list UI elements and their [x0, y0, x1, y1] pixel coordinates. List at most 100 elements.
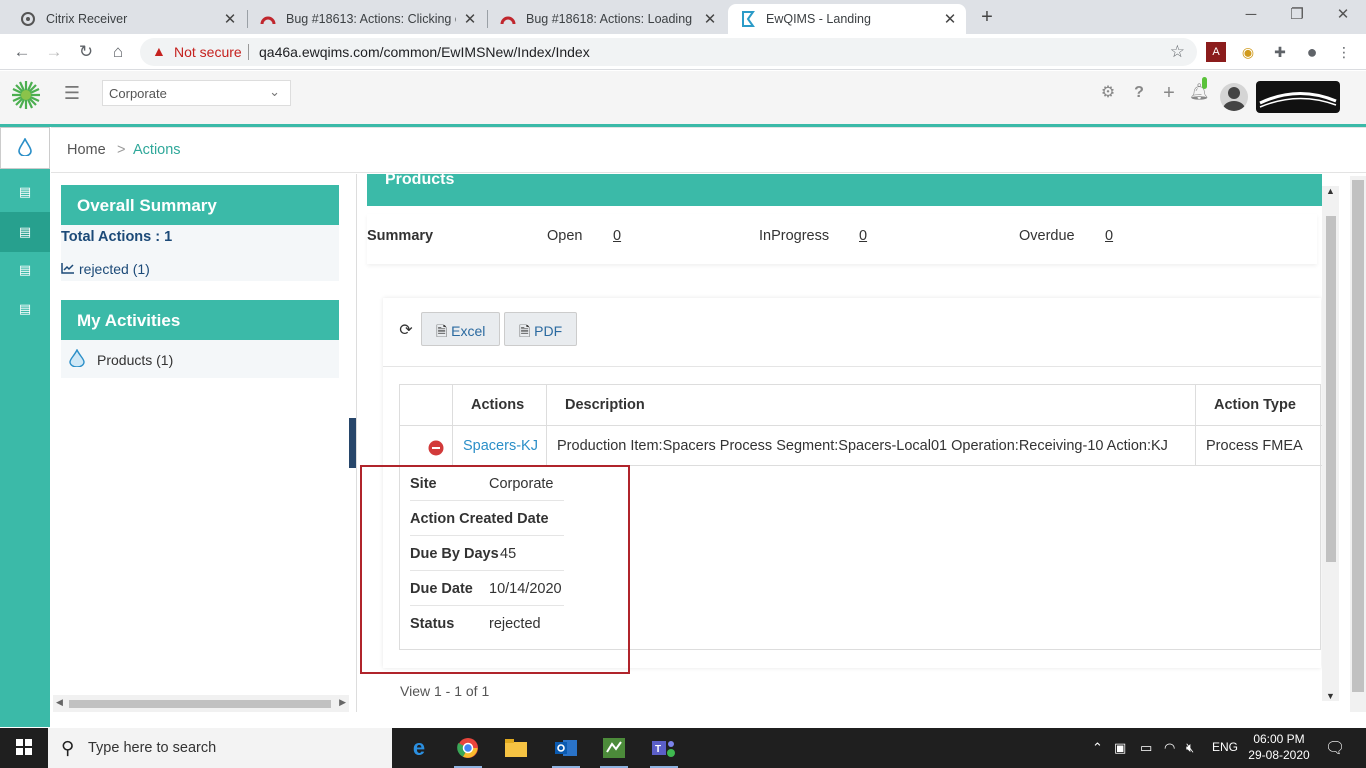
profile-icon[interactable]: ●	[1302, 42, 1322, 62]
rail-item-building-2[interactable]: ▤	[0, 212, 50, 252]
rail-item-building-4[interactable]: ▤	[0, 290, 50, 328]
browser-tab-ewqims-landing[interactable]: EwQIMS - Landing ✕	[728, 4, 966, 34]
close-icon[interactable]: ✕	[942, 10, 958, 28]
overall-summary-header: Overall Summary	[61, 185, 339, 225]
grid-header-action-type[interactable]: Action Type	[1196, 385, 1322, 425]
overdue-count-link[interactable]: 0	[1105, 228, 1113, 244]
detail-status-row: Status rejected	[410, 616, 541, 632]
panel-splitter[interactable]	[349, 174, 356, 712]
browser-tab-strip: Citrix Receiver ✕ Bug #18613: Actions: C…	[0, 0, 1366, 34]
address-bar[interactable]: ▲ Not secure qa46a.ewqims.com/common/EwI…	[140, 38, 1197, 66]
grid-vertical-scrollbar[interactable]: ▲ ▼	[1322, 186, 1339, 701]
app-logo[interactable]	[10, 79, 42, 111]
tray-app-icon[interactable]: ▣	[1114, 740, 1126, 756]
detail-due-days-row: Due By Days 45	[410, 536, 564, 571]
hamburger-menu-icon[interactable]: ☰	[62, 83, 82, 103]
taskbar-clock[interactable]: 06:00 PM 29-08-2020	[1246, 731, 1312, 763]
chevron-down-icon: ⌄	[269, 84, 280, 99]
collapse-row-button[interactable]	[400, 426, 453, 466]
breadcrumb-separator: >	[117, 142, 126, 158]
grid-pager-info: View 1 - 1 of 1	[400, 683, 490, 699]
refresh-icon[interactable]: ⟳	[397, 320, 415, 339]
grid-header-expand	[400, 385, 453, 425]
rail-item-building-3[interactable]: ▤	[0, 251, 50, 289]
notifications-icon[interactable]: 🗨︎	[1325, 738, 1345, 758]
grid-header-description[interactable]: Description	[547, 385, 1196, 425]
drops-icon	[16, 136, 34, 159]
file-explorer-icon[interactable]	[500, 732, 532, 764]
reload-icon[interactable]: ↻	[74, 41, 98, 63]
rail-item-building-1[interactable]: ▤	[0, 173, 50, 211]
open-count-link[interactable]: 0	[613, 228, 621, 244]
back-arrow-icon[interactable]: ←	[10, 41, 34, 63]
warning-icon: ▲	[152, 43, 166, 59]
bookmark-star-icon[interactable]: ☆	[1170, 42, 1185, 62]
gear-icon[interactable]: ⚙	[1098, 83, 1118, 103]
chrome-icon[interactable]	[452, 732, 484, 768]
forward-arrow-icon[interactable]: →	[42, 41, 66, 63]
tray-overflow-chevron-icon[interactable]: ⌃	[1092, 740, 1103, 756]
action-link-spacers-kj[interactable]: Spacers-KJ	[453, 426, 547, 466]
splitter-handle[interactable]	[349, 418, 356, 468]
rail-item-actions[interactable]	[0, 127, 50, 169]
outlook-icon[interactable]	[550, 732, 582, 768]
minimize-button[interactable]: ─	[1228, 4, 1274, 28]
scrollbar-thumb[interactable]	[1352, 180, 1364, 692]
export-pdf-button[interactable]: 🗎︎ PDF	[504, 312, 578, 346]
pdf-file-icon: 🗎︎	[519, 323, 531, 339]
scroll-right-arrow[interactable]: ▶	[339, 697, 346, 708]
page-vertical-scrollbar[interactable]	[1350, 176, 1366, 712]
volume-muted-icon[interactable]: 🔇︎	[1186, 740, 1194, 756]
battery-icon[interactable]: ▭	[1140, 740, 1152, 756]
help-icon[interactable]: ?	[1129, 83, 1149, 103]
browser-tab-citrix[interactable]: Citrix Receiver ✕	[8, 4, 246, 34]
scroll-down-arrow[interactable]: ▼	[1326, 691, 1335, 701]
kebab-menu-icon[interactable]: ⋮	[1334, 42, 1354, 62]
browser-tab-bug-18613[interactable]: Bug #18613: Actions: Clicking on ✕	[248, 4, 486, 34]
windows-taskbar: ⚲ Type here to search e T ⌃ ▣ ▭ ◠ 🔇︎ ENG…	[0, 728, 1366, 768]
taskbar-search-box[interactable]: ⚲ Type here to search	[48, 728, 392, 768]
action-type: Process FMEA	[1206, 438, 1303, 454]
grid-header-actions[interactable]: Actions	[453, 385, 547, 425]
citrix-icon	[20, 11, 36, 27]
horizontal-scrollbar[interactable]: ◀ ▶	[53, 695, 349, 712]
wifi-icon[interactable]: ◠	[1164, 740, 1175, 756]
site-selector[interactable]: Corporate ⌄	[102, 80, 291, 106]
internet-explorer-icon[interactable]: e	[403, 732, 435, 764]
export-excel-button[interactable]: 🗎︎ Excel	[421, 312, 501, 346]
rejected-link[interactable]: rejected (1)	[61, 261, 150, 277]
summary-row: Summary Open 0 InProgress 0 Overdue 0	[367, 214, 1317, 264]
breadcrumb-home[interactable]: Home	[67, 142, 106, 158]
breadcrumb-current: Actions	[133, 142, 181, 158]
scrollbar-thumb[interactable]	[1326, 216, 1336, 562]
puzzle-extensions-icon[interactable]: ✚	[1270, 42, 1290, 62]
close-window-button[interactable]: ✕	[1320, 4, 1366, 28]
browser-tab-bug-18618[interactable]: Bug #18618: Actions: Loading Sy ✕	[488, 4, 726, 34]
pdf-extension-icon[interactable]: A	[1206, 42, 1226, 62]
action-detail-expanded: Site Corporate Action Created Date Due B…	[400, 466, 580, 651]
new-tab-button[interactable]: +	[976, 6, 998, 28]
start-button[interactable]	[0, 728, 48, 768]
url-text[interactable]: qa46a.ewqims.com/common/EwIMSNew/Index/I…	[259, 44, 590, 60]
close-icon[interactable]: ✕	[222, 10, 238, 28]
notification-indicator	[1202, 77, 1207, 89]
security-status[interactable]: Not secure	[174, 44, 242, 60]
products-activity-link[interactable]: Products (1)	[67, 348, 173, 370]
scroll-up-arrow[interactable]: ▲	[1326, 186, 1335, 196]
avatar[interactable]	[1220, 83, 1248, 111]
inprogress-count-link[interactable]: 0	[859, 228, 867, 244]
scrollbar-thumb[interactable]	[69, 700, 331, 708]
add-icon[interactable]: +	[1159, 83, 1179, 103]
project-app-icon[interactable]	[598, 732, 630, 768]
left-summary-panel: Overall Summary Total Actions : 1 reject…	[51, 174, 349, 712]
extension-icon[interactable]: ◉	[1238, 42, 1258, 62]
close-icon[interactable]: ✕	[702, 10, 718, 28]
app-header: ☰ Corporate ⌄ ⚙ ? + 🔔︎	[0, 71, 1366, 124]
home-icon[interactable]: ⌂	[106, 41, 130, 63]
teams-icon[interactable]: T	[648, 732, 680, 768]
language-indicator[interactable]: ENG	[1212, 740, 1238, 754]
close-icon[interactable]: ✕	[462, 10, 478, 28]
restore-button[interactable]: ❐	[1274, 4, 1320, 28]
company-logo	[1256, 81, 1340, 113]
scroll-left-arrow[interactable]: ◀	[56, 697, 63, 708]
